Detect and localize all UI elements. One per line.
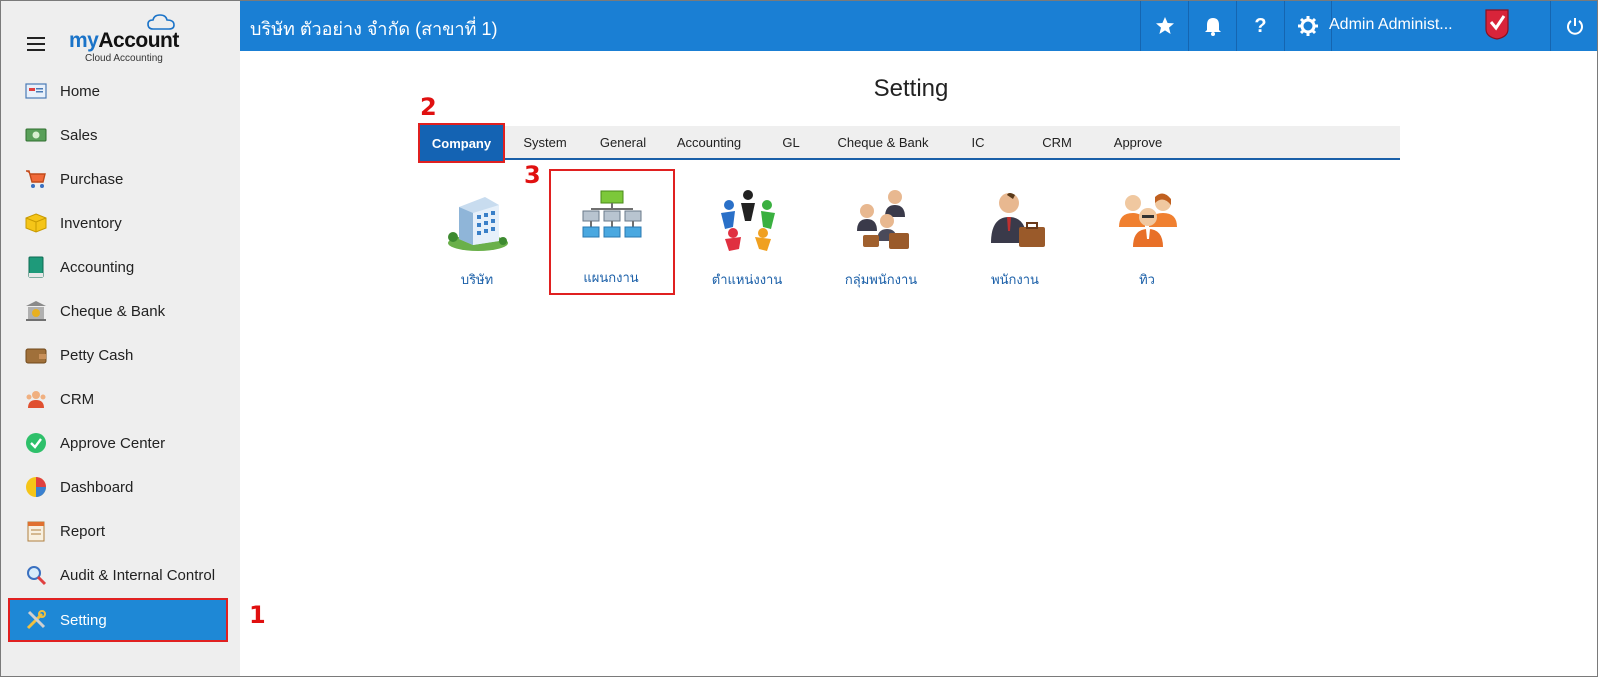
wallet-icon	[24, 343, 48, 367]
help-icon[interactable]: ?	[1236, 1, 1284, 51]
tab-ic[interactable]: IC	[940, 126, 1016, 158]
annotation-2: 2	[420, 93, 437, 121]
sidebar-item-label: Petty Cash	[60, 346, 134, 364]
sidebar-item-cheque-bank[interactable]: Cheque & Bank	[9, 290, 227, 332]
sidebar-item-label: Report	[60, 522, 106, 540]
company-title[interactable]: บริษัท ตัวอย่าง จำกัด (สาขาที่ 1)	[250, 14, 498, 43]
tile-label: ทิว	[1139, 272, 1155, 287]
sidebar-item-setting[interactable]: Setting	[8, 598, 228, 642]
cash-icon	[24, 123, 48, 147]
team-circle-icon	[721, 190, 775, 251]
tile-label: พนักงาน	[991, 272, 1039, 287]
bell-icon[interactable]	[1188, 1, 1236, 51]
star-icon[interactable]	[1140, 1, 1188, 51]
bank-icon	[24, 299, 48, 323]
tab-general[interactable]: General	[584, 126, 662, 158]
sidebar-item-label: Inventory	[60, 214, 122, 232]
report-icon	[24, 519, 48, 543]
tile-label: บริษัท	[460, 272, 494, 287]
sidebar-item-purchase[interactable]: Purchase	[9, 158, 227, 200]
tools-icon	[24, 608, 48, 632]
tab-gl[interactable]: GL	[756, 126, 826, 158]
sidebar: myAccount Cloud Accounting Home Sales Pu…	[1, 1, 240, 676]
book-icon	[24, 255, 48, 279]
tab-cheque-bank[interactable]: Cheque & Bank	[826, 126, 940, 158]
org-chart-icon	[582, 190, 642, 238]
building-icon	[448, 197, 508, 251]
tile-company[interactable]: บริษัท	[417, 173, 537, 293]
people-icon	[24, 387, 48, 411]
home-icon	[24, 79, 48, 103]
shield-check-icon[interactable]	[1482, 7, 1512, 41]
sidebar-item-report[interactable]: Report	[9, 510, 227, 552]
sidebar-item-crm[interactable]: CRM	[9, 378, 227, 420]
tile-employee-group[interactable]: กลุ่มพนักงาน	[821, 173, 941, 293]
sidebar-item-label: Audit & Internal Control	[60, 566, 216, 584]
sidebar-item-label: Approve Center	[60, 434, 166, 452]
tile-position[interactable]: ตำแหน่งงาน	[687, 173, 807, 293]
pie-chart-icon	[24, 475, 48, 499]
tile-department[interactable]: แผนกงาน	[549, 169, 675, 295]
brand-subtitle: Cloud Accounting	[85, 53, 163, 64]
tab-crm[interactable]: CRM	[1016, 126, 1098, 158]
employee-group-icon	[857, 190, 909, 249]
tile-label: ตำแหน่งงาน	[711, 272, 783, 287]
sidebar-item-label: Purchase	[60, 170, 124, 188]
check-circle-icon	[24, 431, 48, 455]
sidebar-item-sales[interactable]: Sales	[9, 114, 227, 156]
hamburger-menu-icon[interactable]	[27, 37, 45, 51]
sidebar-item-label: Cheque & Bank	[60, 302, 166, 320]
tab-accounting[interactable]: Accounting	[662, 126, 756, 158]
page-title: Setting	[873, 75, 949, 102]
sidebar-item-inventory[interactable]: Inventory	[9, 202, 227, 244]
tile-employee[interactable]: พนักงาน	[955, 173, 1075, 293]
cart-icon	[24, 167, 48, 191]
brand-area: myAccount Cloud Accounting	[1, 1, 240, 73]
annotation-1: 1	[249, 601, 266, 629]
sidebar-item-home[interactable]: Home	[9, 70, 227, 112]
box-icon	[24, 211, 48, 235]
sidebar-item-label: Home	[60, 82, 101, 100]
tab-approve[interactable]: Approve	[1098, 126, 1178, 158]
sidebar-item-label: Accounting	[60, 258, 135, 276]
magnifier-icon	[24, 563, 48, 587]
staff-team-icon	[1119, 193, 1177, 247]
sidebar-item-dashboard[interactable]: Dashboard	[9, 466, 227, 508]
tab-system[interactable]: System	[506, 126, 584, 158]
sidebar-item-label: Setting	[60, 611, 107, 629]
tab-company[interactable]: Company	[418, 123, 505, 163]
gear-icon[interactable]	[1284, 1, 1332, 51]
tile-label: กลุ่มพนักงาน	[844, 272, 918, 287]
sidebar-item-audit[interactable]: Audit & Internal Control	[9, 554, 227, 596]
tile-staff-team[interactable]: ทิว	[1087, 173, 1207, 293]
sidebar-item-approve-center[interactable]: Approve Center	[9, 422, 227, 464]
logo[interactable]: myAccount Cloud Accounting	[69, 13, 184, 67]
sidebar-item-accounting[interactable]: Accounting	[9, 246, 227, 288]
sidebar-item-label: Sales	[60, 126, 98, 144]
sidebar-item-label: CRM	[60, 390, 95, 408]
settings-tab-bar: Company System General Accounting GL Che…	[418, 123, 1400, 163]
sidebar-item-petty-cash[interactable]: Petty Cash	[9, 334, 227, 376]
power-icon[interactable]	[1550, 1, 1597, 51]
sidebar-item-label: Dashboard	[60, 478, 134, 496]
user-name[interactable]: Admin Administ...	[1329, 16, 1453, 34]
brand-name: myAccount	[69, 29, 179, 52]
app-window: myAccount Cloud Accounting Home Sales Pu…	[0, 0, 1598, 677]
top-bar: บริษัท ตัวอย่าง จำกัด (สาขาที่ 1) ? Admi…	[240, 1, 1597, 51]
employee-icon	[991, 193, 1045, 247]
tile-label: แผนกงาน	[583, 270, 639, 285]
